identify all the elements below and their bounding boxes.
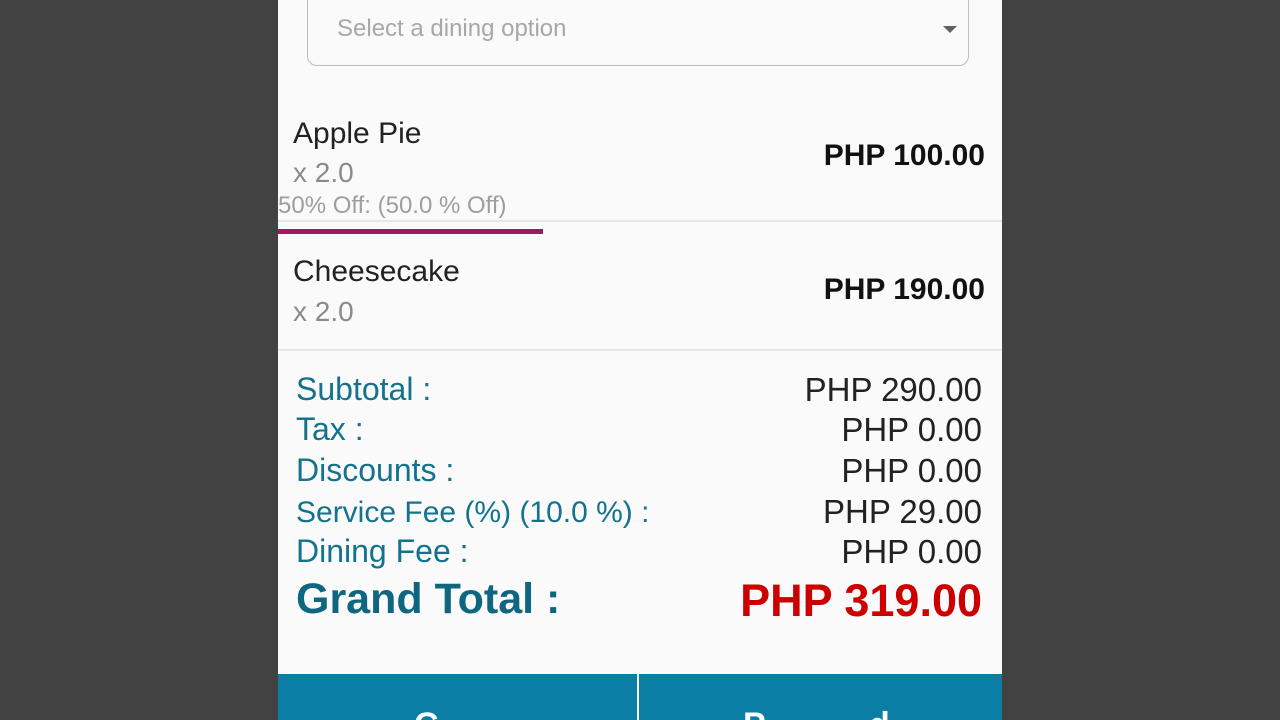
dining-fee-value: PHP 0.00 (841, 533, 982, 570)
grand-total-row: Grand Total : PHP 319.00 (278, 575, 1002, 626)
item-divider (278, 349, 1002, 351)
service-fee-label: Service Fee (%) (10.0 %) : (296, 496, 650, 529)
discounts-value: PHP 0.00 (841, 452, 982, 489)
grand-total-label: Grand Total : (296, 575, 561, 623)
subtotal-row: Subtotal : PHP 290.00 (278, 371, 1002, 411)
tax-value: PHP 0.00 (841, 411, 982, 448)
item-price: PHP 100.00 (823, 139, 985, 172)
dining-option-dropdown[interactable]: Select a dining option (307, 0, 969, 66)
order-summary-screen: Select a dining option Apple Pie x 2.0 P… (278, 0, 1002, 720)
discount-highlight-underline (278, 229, 543, 234)
discounts-row: Discounts : PHP 0.00 (278, 452, 1002, 492)
dining-fee-label: Dining Fee : (296, 533, 469, 569)
grand-total-value: PHP 319.00 (740, 575, 982, 626)
item-quantity: x 2.0 (293, 296, 354, 327)
left-action-label: C (414, 706, 439, 720)
tax-row: Tax : PHP 0.00 (278, 411, 1002, 451)
item-discount: 50% Off: (50.0 % Off) (278, 192, 507, 219)
item-divider (278, 220, 1002, 222)
tax-label: Tax : (296, 411, 364, 447)
subtotal-value: PHP 290.00 (804, 371, 982, 408)
item-name: Cheesecake (293, 255, 460, 288)
right-action-button[interactable]: P d (639, 674, 1002, 720)
item-quantity: x 2.0 (293, 157, 354, 188)
right-action-label: P d (743, 706, 890, 720)
subtotal-label: Subtotal : (296, 371, 432, 407)
discounts-label: Discounts : (296, 452, 455, 488)
left-action-button[interactable]: C (278, 674, 637, 720)
caret-down-icon (943, 26, 957, 33)
item-name: Apple Pie (293, 117, 422, 150)
dining-fee-row: Dining Fee : PHP 0.00 (278, 533, 1002, 573)
service-fee-value: PHP 29.00 (822, 493, 982, 530)
item-price: PHP 190.00 (823, 273, 985, 306)
service-fee-row: Service Fee (%) (10.0 %) : PHP 29.00 (278, 493, 1002, 533)
dining-option-placeholder: Select a dining option (337, 15, 567, 42)
